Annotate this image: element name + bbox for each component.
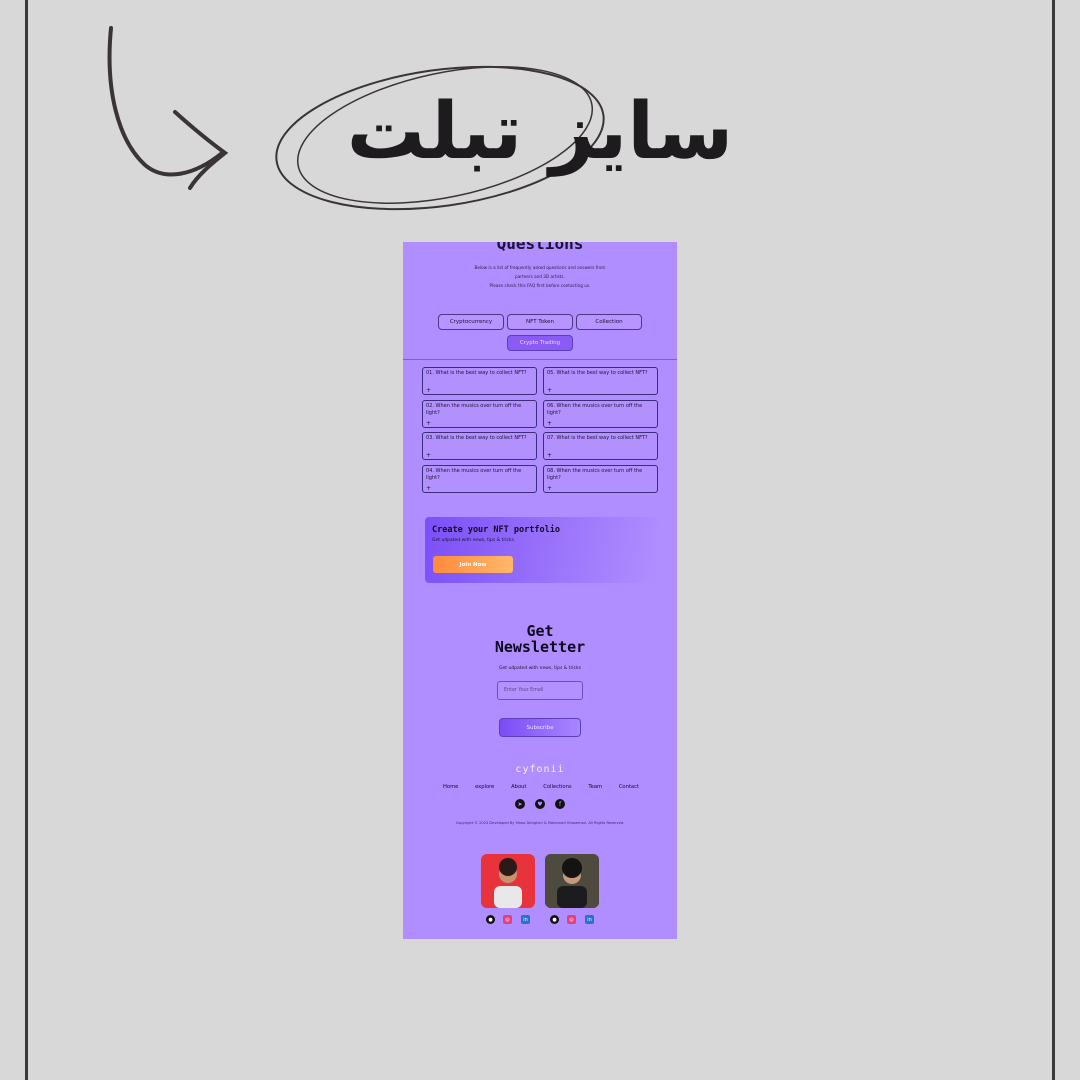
page-title: سایز تبلت bbox=[346, 87, 734, 177]
nav-about[interactable]: About bbox=[511, 784, 526, 790]
faq-item-7[interactable]: 07. What is the best way to collect NFT?… bbox=[543, 432, 658, 460]
newsletter-subtitle: Get udpated with news, tips & tricks bbox=[499, 666, 581, 671]
plus-icon[interactable]: + bbox=[547, 387, 552, 394]
tab-nft-token[interactable]: NFT Token bbox=[507, 314, 573, 330]
join-now-button[interactable]: Join Now bbox=[433, 556, 513, 573]
faq-subtitle-line-1: Below is a list of frequently asked ques… bbox=[474, 265, 606, 270]
github-icon[interactable]: ● bbox=[550, 915, 559, 924]
plus-icon[interactable]: + bbox=[426, 485, 431, 492]
copyright-text: Copyright © 2023 Developed By Fatoo Dehg… bbox=[455, 821, 625, 825]
nav-collections[interactable]: Collections bbox=[543, 784, 571, 790]
banner-title: Create your NFT portfolio bbox=[432, 525, 560, 535]
linkedin-icon[interactable]: in bbox=[585, 915, 594, 924]
faq-item-1[interactable]: 01. What is the best way to collect NFT?… bbox=[422, 367, 537, 395]
newsletter-title: Get Newsletter bbox=[403, 623, 677, 655]
faq-question: 01. What is the best way to collect NFT? bbox=[426, 370, 527, 376]
section-divider bbox=[403, 359, 677, 360]
plus-icon[interactable]: + bbox=[547, 420, 552, 427]
faq-item-5[interactable]: 05. What is the best way to collect NFT?… bbox=[543, 367, 658, 395]
faq-subtitle-line-3: Please check this FAQ first before conta… bbox=[489, 283, 591, 288]
plus-icon[interactable]: + bbox=[426, 452, 431, 459]
instagram-icon[interactable]: ◎ bbox=[567, 915, 576, 924]
plus-icon[interactable]: + bbox=[426, 387, 431, 394]
faq-question: 08. When the musics over turn off the li… bbox=[547, 468, 643, 481]
footer-logo[interactable]: cyfonii bbox=[403, 764, 677, 775]
plus-icon[interactable]: + bbox=[547, 485, 552, 492]
faq-title: Questions bbox=[496, 242, 584, 253]
avatar bbox=[481, 854, 535, 908]
linkedin-icon[interactable]: in bbox=[521, 915, 530, 924]
email-input[interactable]: Enter Your Email bbox=[497, 681, 583, 700]
twitter-icon[interactable]: ♥ bbox=[535, 799, 545, 809]
banner-subtitle: Get udpated with news, tips & tricks bbox=[432, 538, 514, 543]
faq-question: 04. When the musics over turn off the li… bbox=[426, 468, 522, 481]
tab-crypto-trading[interactable]: Crypto Trading bbox=[507, 335, 573, 351]
faq-question: 03. What is the best way to collect NFT? bbox=[426, 435, 527, 441]
github-icon[interactable]: ● bbox=[486, 915, 495, 924]
tablet-screenshot: Questions Below is a list of frequently … bbox=[403, 242, 677, 939]
faq-subtitle-line-2: partners and 3D artists. bbox=[515, 274, 565, 279]
faq-item-2[interactable]: 02. When the musics over turn off the li… bbox=[422, 400, 537, 428]
instagram-icon[interactable]: ◎ bbox=[503, 915, 512, 924]
faq-question: 06. When the musics over turn off the li… bbox=[547, 403, 643, 416]
newsletter-title-line-2: Newsletter bbox=[494, 638, 586, 656]
nav-contact[interactable]: Contact bbox=[619, 784, 639, 790]
tab-cryptocurrency[interactable]: Cryptocurrency bbox=[438, 314, 504, 330]
faq-item-6[interactable]: 06. When the musics over turn off the li… bbox=[543, 400, 658, 428]
faq-item-8[interactable]: 08. When the musics over turn off the li… bbox=[543, 465, 658, 493]
plus-icon[interactable]: + bbox=[547, 452, 552, 459]
faq-item-4[interactable]: 04. When the musics over turn off the li… bbox=[422, 465, 537, 493]
faq-question: 07. What is the best way to collect NFT? bbox=[547, 435, 648, 441]
newsletter-title-line-1: Get bbox=[526, 622, 554, 640]
faq-question: 05. What is the best way to collect NFT? bbox=[547, 370, 648, 376]
nav-home[interactable]: Home bbox=[443, 784, 458, 790]
faq-question: 02. When the musics over turn off the li… bbox=[426, 403, 522, 416]
facebook-icon[interactable]: f bbox=[555, 799, 565, 809]
telegram-icon[interactable]: ➤ bbox=[515, 799, 525, 809]
nft-portfolio-banner: Create your NFT portfolio Get udpated wi… bbox=[425, 517, 657, 583]
tab-collection[interactable]: Collection bbox=[576, 314, 642, 330]
subscribe-button[interactable]: Subscribe bbox=[499, 718, 581, 737]
faq-item-3[interactable]: 03. What is the best way to collect NFT?… bbox=[422, 432, 537, 460]
arrow-icon bbox=[107, 26, 224, 177]
nav-explore[interactable]: explore bbox=[475, 784, 494, 790]
nav-team[interactable]: Team bbox=[588, 784, 602, 790]
person-avatar-1 bbox=[494, 858, 522, 908]
footer-nav: Home explore About Collections Team Cont… bbox=[443, 784, 639, 790]
person-avatar-2 bbox=[545, 854, 599, 908]
avatar bbox=[545, 854, 599, 908]
plus-icon[interactable]: + bbox=[426, 420, 431, 427]
